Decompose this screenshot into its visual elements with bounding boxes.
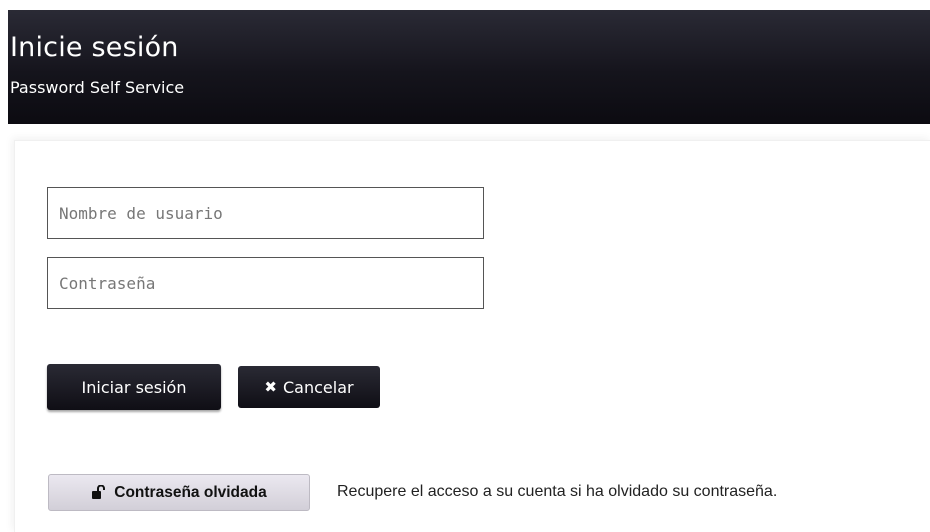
app-name: Password Self Service <box>10 78 185 97</box>
login-button-label: Iniciar sesión <box>81 377 187 397</box>
unlock-icon <box>92 484 106 499</box>
forgot-password-label: Contraseña olvidada <box>114 483 267 501</box>
password-field[interactable] <box>47 257 484 309</box>
username-field[interactable] <box>47 187 484 239</box>
x-icon: ✖ <box>264 378 277 396</box>
cancel-button[interactable]: ✖ Cancelar <box>238 366 380 408</box>
login-button[interactable]: Iniciar sesión <box>47 364 221 410</box>
forgot-password-description: Recupere el acceso a su cuenta si ha olv… <box>337 483 778 500</box>
forgot-password-button[interactable]: Contraseña olvidada <box>48 474 310 511</box>
cancel-button-label: Cancelar <box>282 377 354 397</box>
page-title: Inicie sesión <box>10 32 179 63</box>
page-header: Inicie sesión Password Self Service <box>8 10 930 124</box>
